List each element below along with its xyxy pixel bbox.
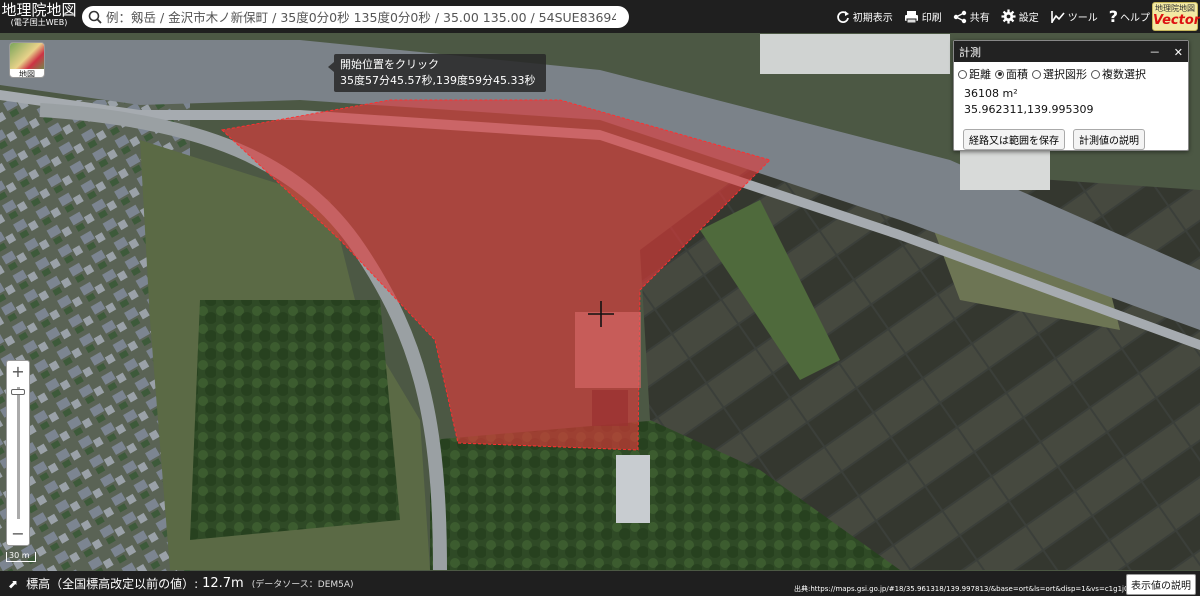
measure-panel-title: 計測: [959, 46, 981, 59]
radio-distance[interactable]: 距離: [958, 66, 991, 82]
zoom-slider-handle[interactable]: [11, 389, 25, 395]
gsi-logo[interactable]: 地理院地図 (電子国土WEB): [0, 0, 78, 33]
menu-print[interactable]: 印刷: [904, 9, 942, 24]
header-menu: 初期表示 印刷 共有 設定 ツール ? ヘルプ: [825, 0, 1150, 33]
vector-map-button[interactable]: 地理院地図 Vector: [1152, 2, 1200, 31]
menu-help[interactable]: ? ヘルプ: [1109, 7, 1150, 26]
tooltip-instruction: 開始位置をクリック: [340, 58, 439, 71]
menu-tools[interactable]: ツール: [1050, 9, 1098, 24]
basemap-thumbnail: [10, 43, 44, 69]
tooltip-coordinates: 35度57分45.57秒,139度59分45.33秒: [340, 74, 536, 87]
minimize-button[interactable]: －: [1149, 46, 1160, 59]
gear-icon: [1001, 9, 1016, 24]
measure-explain-button[interactable]: 計測値の説明: [1073, 129, 1145, 150]
radio-area[interactable]: 面積: [995, 66, 1028, 82]
area-value: 36108 m²: [964, 87, 1018, 100]
measure-tooltip: 開始位置をクリック 35度57分45.57秒,139度59分45.33秒: [328, 54, 546, 92]
logo-title: 地理院地図: [1, 1, 77, 19]
scale-bar: 30 m: [6, 552, 36, 562]
menu-label: 初期表示: [852, 13, 893, 24]
elevation-source: (データソース：DEM5A): [251, 580, 354, 590]
menu-label: ヘルプ: [1120, 13, 1150, 24]
menu-settings[interactable]: 設定: [1001, 9, 1039, 24]
close-button[interactable]: ✕: [1174, 46, 1183, 59]
zoom-slider-track[interactable]: [17, 387, 20, 519]
radio-selected-icon: [995, 69, 1004, 79]
measure-panel: 計測 － ✕ 距離 面積 選択図形 複数選択 36108 m² 35.96231…: [953, 40, 1189, 151]
tool-icon: [1050, 10, 1065, 23]
measure-mode-radios: 距離 面積 選択図形 複数選択: [954, 62, 1188, 82]
elevation-label: 標高（全国標高改定以前の値）:: [26, 577, 199, 591]
measure-panel-header[interactable]: 計測 － ✕: [954, 41, 1188, 62]
search-icon[interactable]: [88, 10, 102, 24]
radio-icon: [958, 69, 967, 79]
save-route-button[interactable]: 経路又は範囲を保存: [963, 129, 1065, 150]
radio-icon: [1032, 69, 1041, 79]
source-credit[interactable]: 出典:https://maps.gsi.go.jp/#18/35.961318/…: [794, 584, 1134, 594]
menu-label: 印刷: [921, 13, 942, 24]
help-icon: ?: [1108, 7, 1118, 26]
radio-label: 面積: [1006, 68, 1028, 81]
basemap-switch-button[interactable]: 地図: [9, 42, 45, 78]
value-explain-button[interactable]: 表示値の説明: [1126, 574, 1196, 595]
zoom-control: + −: [6, 360, 30, 546]
menu-label: ツール: [1067, 13, 1098, 24]
menu-label: 設定: [1018, 13, 1039, 24]
printer-icon: [904, 10, 918, 23]
search-box[interactable]: [82, 6, 629, 28]
zoom-in-button[interactable]: +: [7, 361, 29, 383]
coordinate-value: 35.962311,139.995309: [964, 103, 1094, 116]
menu-label: 共有: [969, 13, 990, 24]
search-input[interactable]: [106, 9, 616, 25]
scale-label: 30 m: [9, 551, 30, 560]
share-icon: [953, 10, 966, 23]
radio-label: 複数選択: [1102, 68, 1146, 81]
radio-icon: [1091, 69, 1100, 79]
radio-label: 選択図形: [1043, 68, 1087, 81]
radio-multi-select[interactable]: 複数選択: [1091, 66, 1146, 82]
basemap-label: 地図: [19, 70, 35, 78]
vector-label: Vector: [1153, 13, 1200, 28]
elevation-value: 12.7m: [202, 576, 244, 591]
menu-reset-view[interactable]: 初期表示: [836, 9, 893, 24]
radio-label: 距離: [969, 68, 991, 81]
reload-icon: [836, 10, 849, 23]
logo-subtitle: (電子国土WEB): [10, 18, 68, 27]
zoom-out-button[interactable]: −: [7, 523, 29, 545]
vector-title: 地理院地図: [1155, 4, 1195, 13]
expand-arrow-icon[interactable]: ⬈: [8, 577, 18, 591]
radio-select-shape[interactable]: 選択図形: [1032, 66, 1087, 82]
menu-share[interactable]: 共有: [953, 9, 990, 24]
